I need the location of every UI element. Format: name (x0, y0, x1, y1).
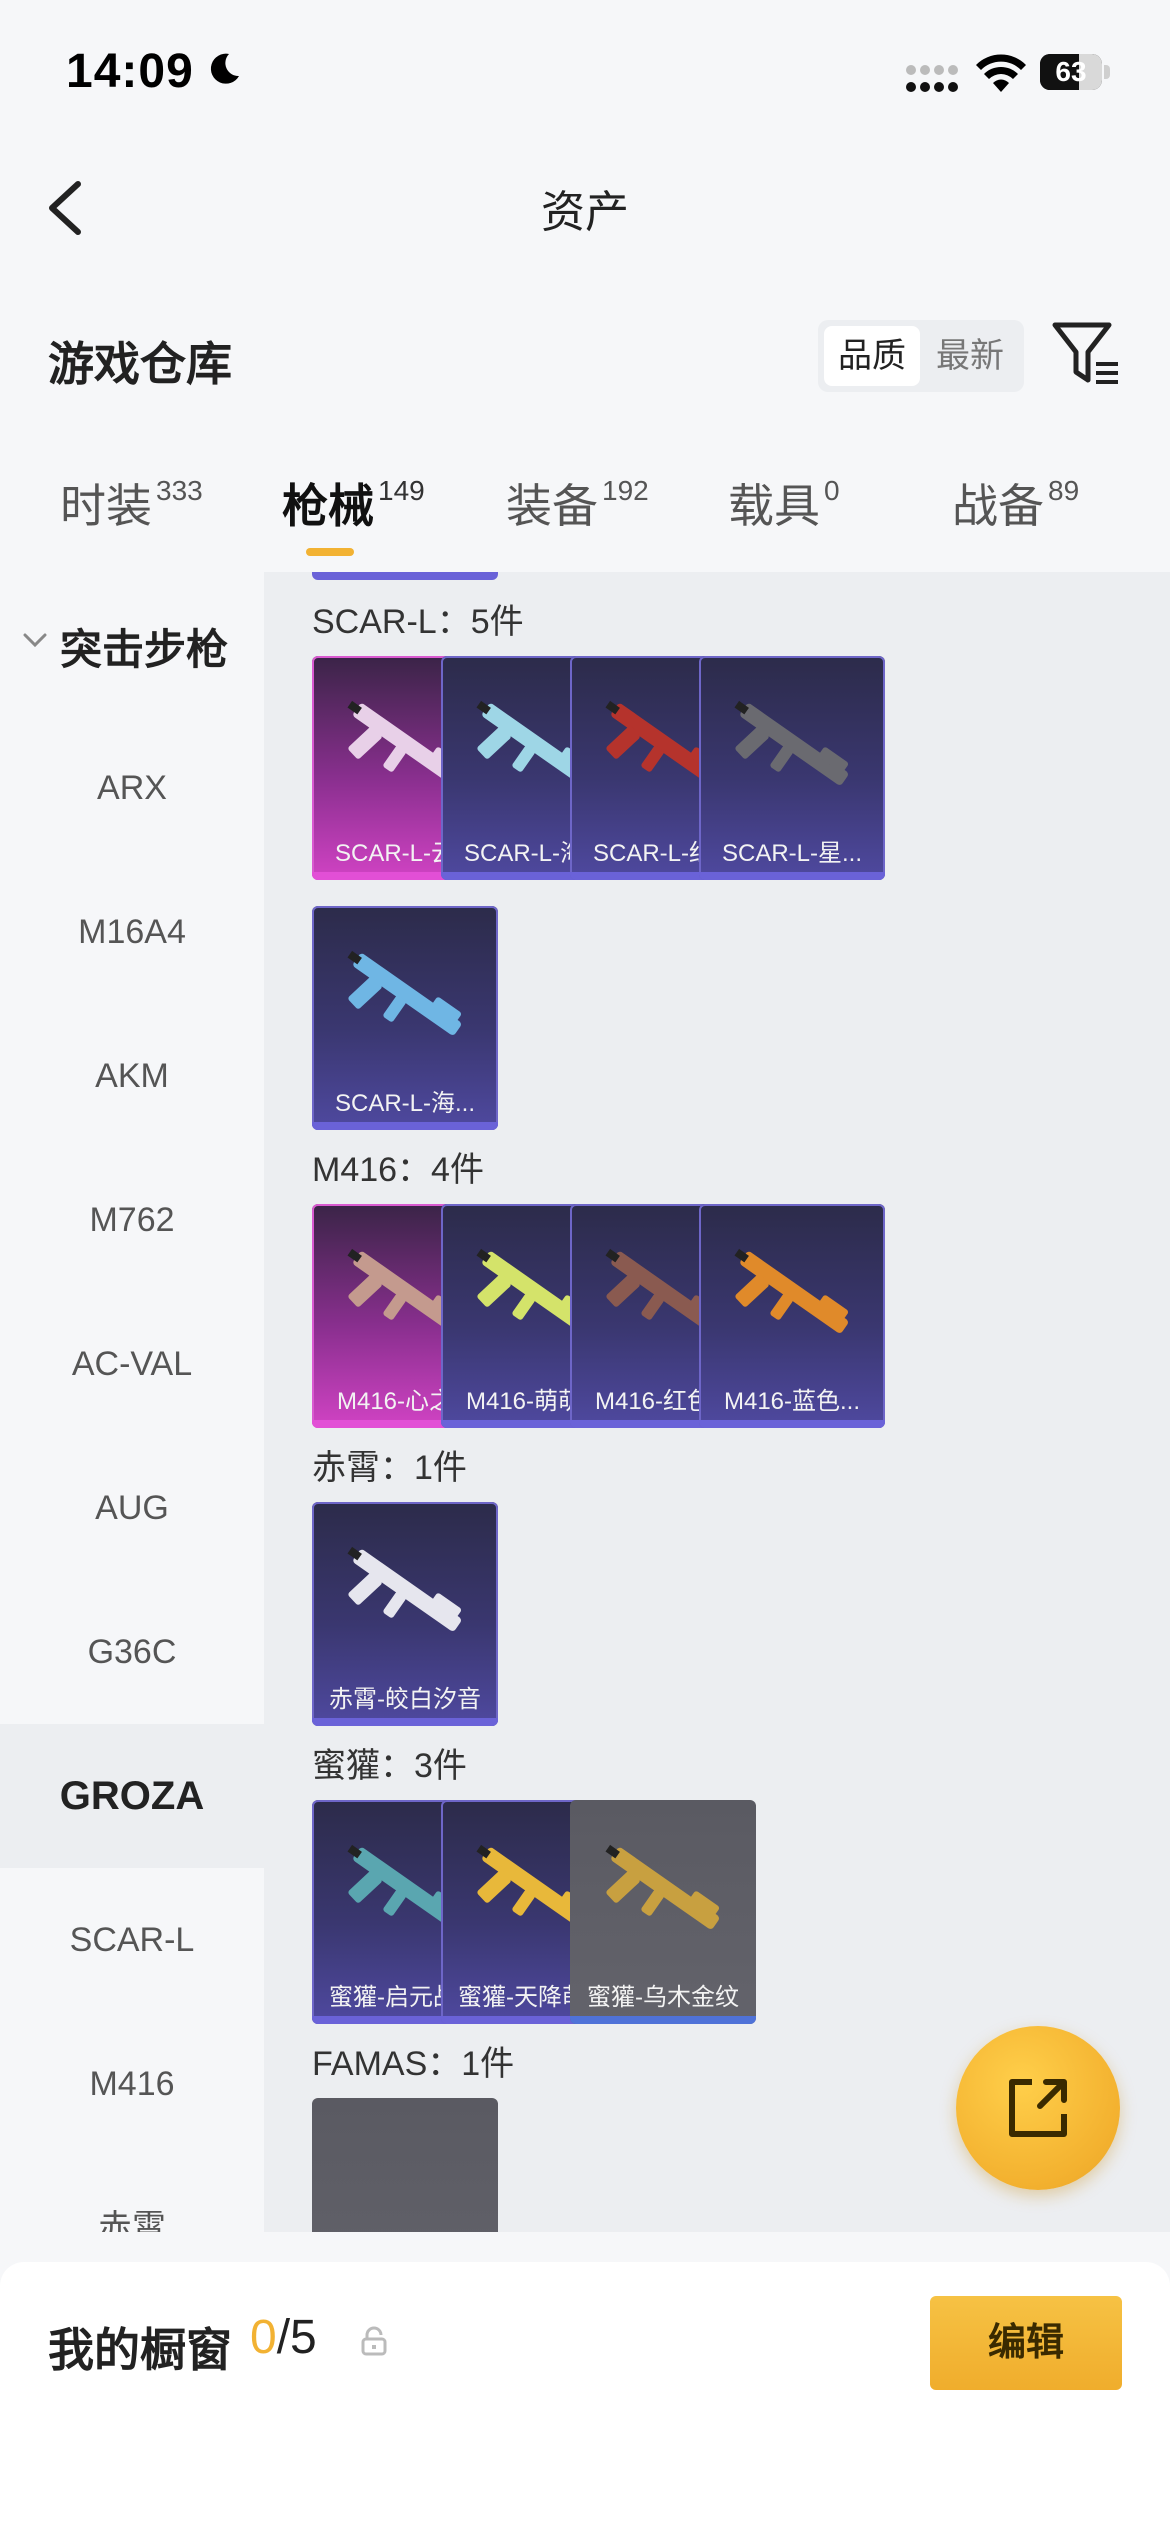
tab-count: 0 (824, 475, 840, 506)
weapon-card[interactable]: M416-蓝色... (699, 1204, 885, 1428)
status-bar: 14:09 63 (0, 0, 1170, 150)
showcase-bar: 我的橱窗 0/5 编辑 (0, 2262, 1170, 2532)
weapon-name: SCAR-L-星... (721, 840, 862, 867)
weapon-skin-image (605, 1844, 720, 1929)
weapon-card[interactable]: 赤霄-皎白汐音 (312, 1502, 498, 1726)
rarity-bar (570, 2016, 756, 2024)
lock-icon (361, 2326, 387, 2356)
tab-label: 枪械 (282, 480, 374, 532)
moon-icon (210, 53, 239, 84)
sidebar-item-groza[interactable]: GROZA (0, 1724, 264, 1868)
showcase-label: 我的橱窗 (48, 2324, 232, 2376)
weapon-card[interactable]: 蜜獾-乌木金纹 (570, 1800, 756, 2024)
sidebar-item-arx[interactable]: ARX (0, 716, 264, 860)
tab-vehicles[interactable]: 载具 0 (728, 470, 840, 536)
weapon-card[interactable]: SCAR-L-海... (312, 906, 498, 1130)
sidebar-item-m16a4[interactable]: M16A4 (0, 860, 264, 1004)
warehouse-title: 游戏仓库 (48, 338, 232, 390)
status-time: 14:09 (66, 45, 194, 98)
tab-count: 192 (602, 475, 649, 506)
edit-button[interactable]: 编辑 (930, 2296, 1122, 2390)
showcase-count: 0/5 (250, 2310, 317, 2365)
sidebar-group-assault-rifles[interactable]: 突击步枪 (0, 608, 264, 678)
tab-label: 时装 (60, 480, 152, 532)
page-title: 资产 (541, 188, 629, 237)
section-label: 蜜獾：3件 (312, 1747, 467, 1785)
battery-icon: 63 (1040, 54, 1112, 90)
tab-fashion[interactable]: 时装 333 (60, 470, 203, 536)
previous-card-edge (312, 572, 498, 580)
sidebar-item-chixiao[interactable]: 赤霄 (0, 2156, 264, 2232)
share-icon (1009, 2079, 1067, 2137)
tab-count: 149 (378, 475, 425, 506)
sort-latest-button[interactable]: 最新 (922, 326, 1018, 386)
tab-supplies[interactable]: 战备 89 (952, 470, 1079, 536)
weapon-skin-image (347, 1546, 462, 1631)
weapon-name: M416-蓝色... (723, 1388, 861, 1415)
category-tabs: 时装 333 枪械 149 装备 192 载具 0 战备 89 (0, 470, 1170, 560)
chevron-down-icon (23, 633, 47, 648)
rarity-bar (699, 872, 885, 880)
sidebar-item-g36c[interactable]: G36C (0, 1580, 264, 1724)
weapon-card[interactable] (312, 2098, 498, 2232)
tab-guns[interactable]: 枪械 149 (282, 470, 425, 536)
weapon-card[interactable]: SCAR-L-星... (699, 656, 885, 880)
tab-equipment[interactable]: 装备 192 (506, 470, 649, 536)
tab-count: 89 (1048, 475, 1080, 506)
section-label: 赤霄：1件 (312, 1449, 467, 1487)
weapon-skin-image (347, 950, 462, 1035)
weapon-name: 赤霄-皎白汐音 (329, 1686, 481, 1713)
sidebar-item-akm[interactable]: AKM (0, 1004, 264, 1148)
tab-count: 333 (156, 475, 203, 506)
cellular-signal-icon (906, 65, 958, 92)
weapon-name: 蜜獾-乌木金纹 (587, 1984, 739, 2011)
weapon-skin-image (734, 1248, 849, 1333)
tab-label: 战备 (952, 480, 1044, 532)
active-tab-indicator (306, 548, 354, 556)
weapon-name: SCAR-L-海... (334, 1090, 475, 1117)
section-label: M416：4件 (312, 1151, 484, 1189)
filter-icon[interactable] (1052, 322, 1122, 388)
showcase-total: /5 (276, 2311, 317, 2364)
rarity-bar (312, 1122, 498, 1130)
weapon-type-sidebar: 突击步枪 ARX M16A4 AKM M762 AC-VAL AUG G36C … (0, 572, 264, 2232)
section-label: SCAR-L：5件 (312, 603, 524, 641)
sort-quality-button[interactable]: 品质 (824, 326, 920, 386)
share-button[interactable] (956, 2026, 1120, 2190)
battery-level: 63 (1055, 56, 1087, 87)
rarity-bar (312, 1718, 498, 1726)
rarity-bar (699, 1420, 885, 1428)
sidebar-item-ac-val[interactable]: AC-VAL (0, 1292, 264, 1436)
section-label: FAMAS：1件 (312, 2045, 515, 2083)
weapon-list: SCAR-L：5件5级SCAR-L-云...SCAR-L-海...SCAR-L-… (264, 572, 1170, 2232)
sidebar-item-m416[interactable]: M416 (0, 2012, 264, 2156)
sidebar-item-scar-l[interactable]: SCAR-L (0, 1868, 264, 2012)
sidebar-item-aug[interactable]: AUG (0, 1436, 264, 1580)
sidebar-group-label: 突击步枪 (60, 626, 229, 673)
weapon-skin-image (734, 700, 849, 785)
tab-label: 载具 (728, 480, 820, 532)
sidebar-item-m762[interactable]: M762 (0, 1148, 264, 1292)
showcase-current: 0 (250, 2311, 277, 2364)
sort-toggle: 品质 最新 (818, 320, 1024, 392)
wifi-icon (976, 54, 1026, 92)
tab-label: 装备 (506, 480, 598, 532)
